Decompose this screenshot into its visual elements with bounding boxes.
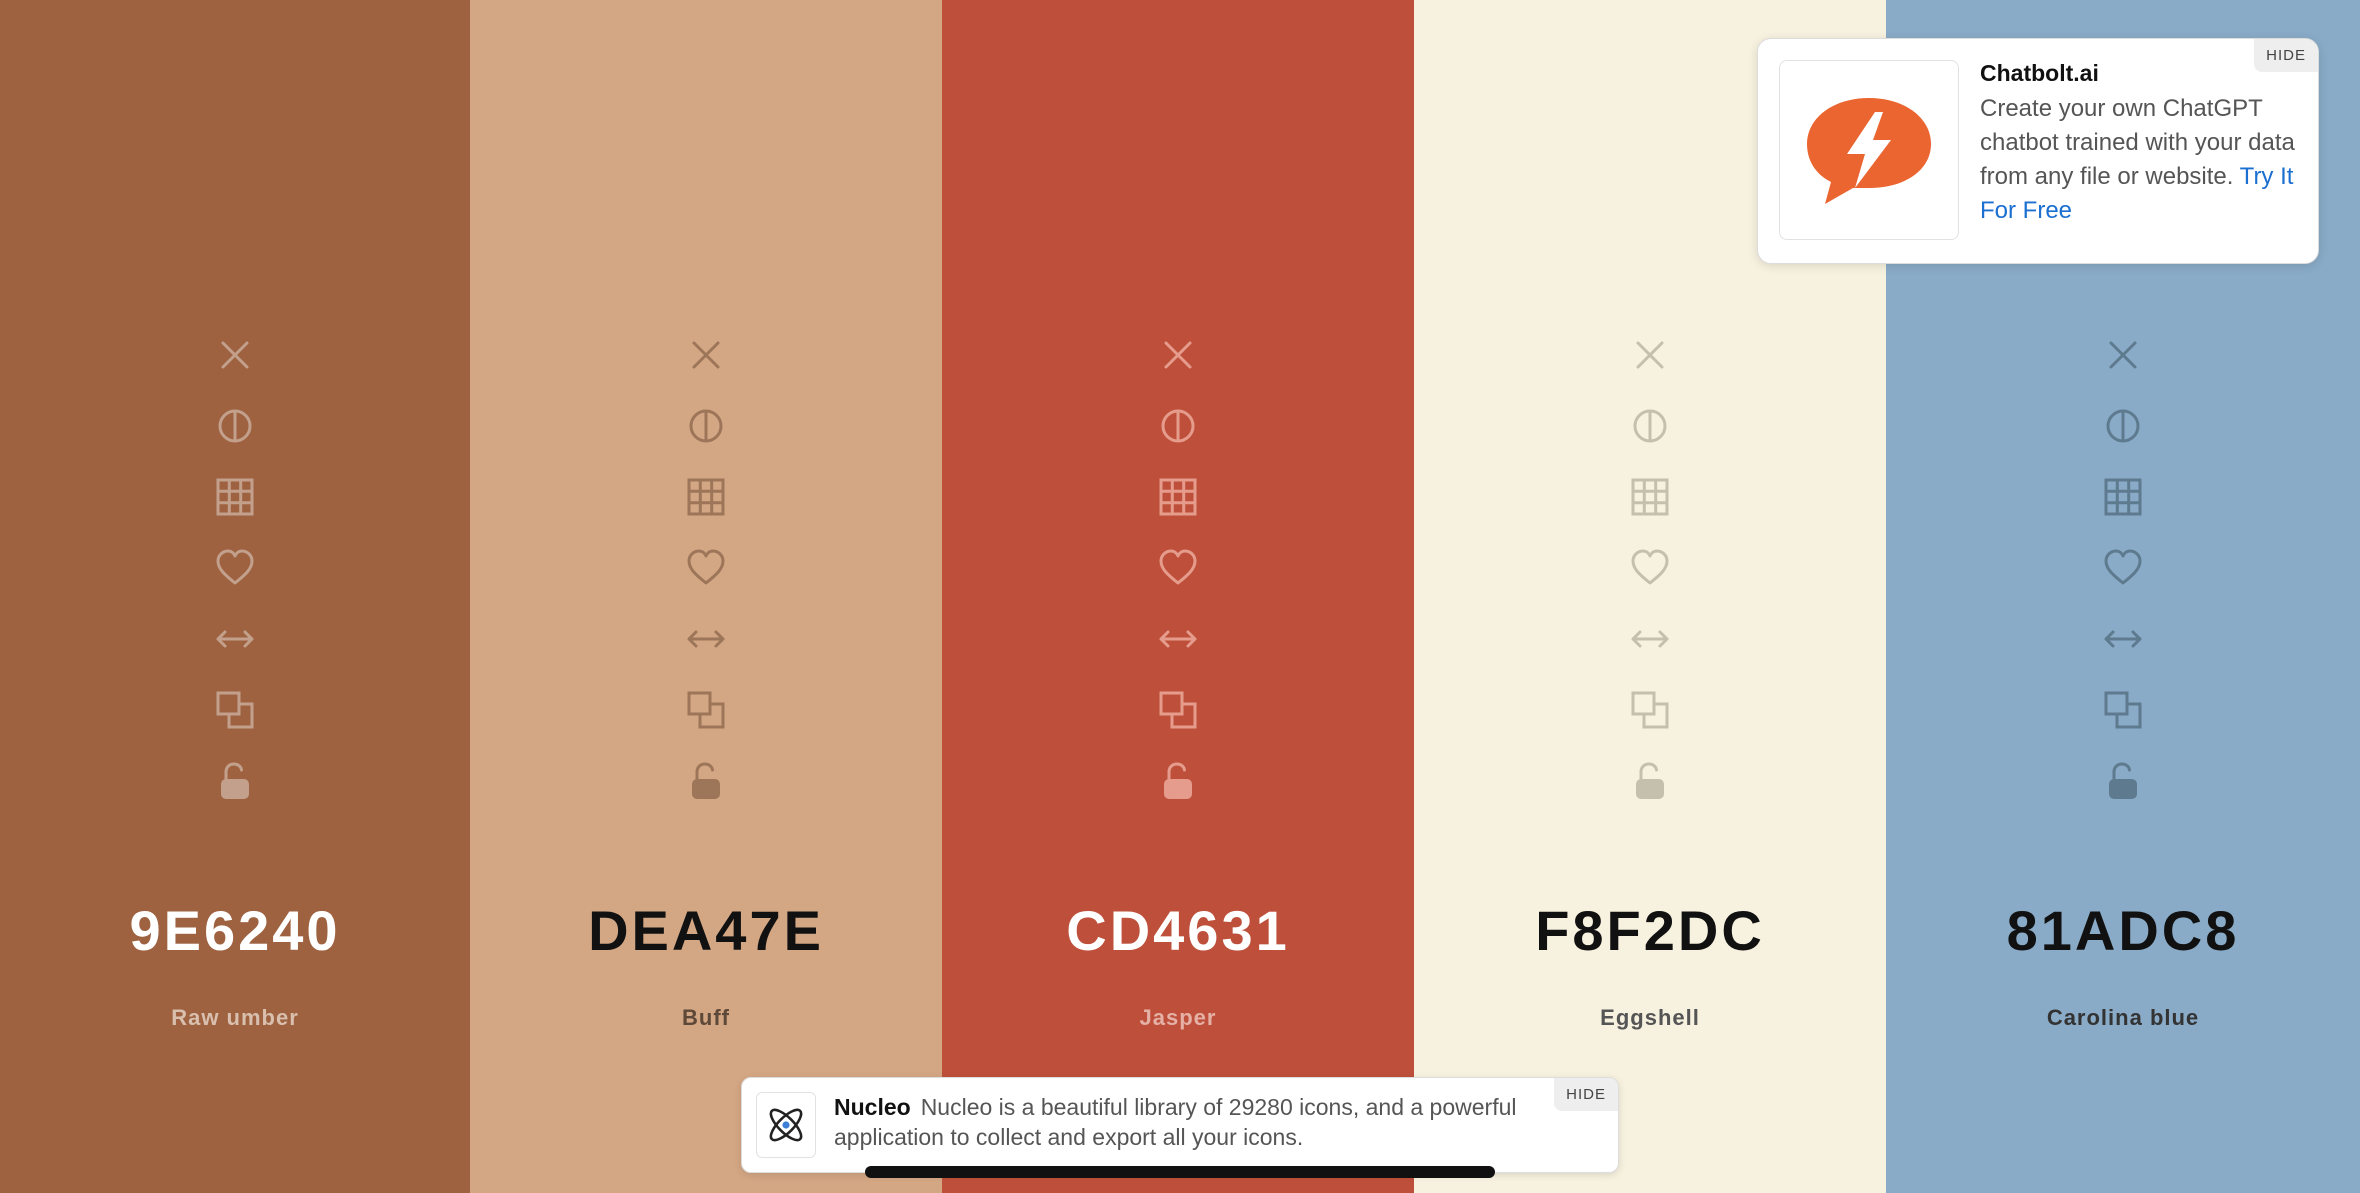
- shades-grid-icon[interactable]: [1628, 475, 1672, 519]
- chatbolt-logo-svg: [1807, 98, 1931, 204]
- hex-code[interactable]: 9E6240: [0, 898, 470, 963]
- hex-code[interactable]: 81ADC8: [1886, 898, 2360, 963]
- swatch-tools: [1414, 333, 1886, 830]
- color-swatch[interactable]: CD4631 Jasper: [942, 0, 1414, 1193]
- shades-grid-icon[interactable]: [684, 475, 728, 519]
- drag-arrows-icon[interactable]: [2101, 617, 2145, 661]
- chatbolt-ad-card[interactable]: Chatbolt.ai Create your own ChatGPT chat…: [1757, 38, 2319, 264]
- chatbolt-logo-icon[interactable]: [1779, 60, 1959, 240]
- remove-icon[interactable]: [1628, 333, 1672, 377]
- copy-icon[interactable]: [1628, 688, 1672, 732]
- remove-icon[interactable]: [684, 333, 728, 377]
- contrast-icon[interactable]: [684, 404, 728, 448]
- copy-icon[interactable]: [2101, 688, 2145, 732]
- lock-icon[interactable]: [684, 759, 728, 803]
- remove-icon[interactable]: [1156, 333, 1200, 377]
- swatch-tools: [470, 333, 942, 830]
- swatch-tools: [1886, 333, 2360, 830]
- ad-body: Create your own ChatGPT chatbot trained …: [1980, 92, 2302, 228]
- copy-icon[interactable]: [213, 688, 257, 732]
- home-indicator: [865, 1166, 1495, 1178]
- contrast-icon[interactable]: [1156, 404, 1200, 448]
- hex-code[interactable]: F8F2DC: [1414, 898, 1886, 963]
- favorite-heart-icon[interactable]: [684, 546, 728, 590]
- color-swatch[interactable]: DEA47E Buff: [470, 0, 942, 1193]
- drag-arrows-icon[interactable]: [1628, 617, 1672, 661]
- hex-code[interactable]: DEA47E: [470, 898, 942, 963]
- favorite-heart-icon[interactable]: [1628, 546, 1672, 590]
- hide-ad-button[interactable]: HIDE: [2254, 39, 2318, 72]
- lock-icon[interactable]: [1156, 759, 1200, 803]
- swatch-tools: [0, 333, 470, 830]
- drag-arrows-icon[interactable]: [684, 617, 728, 661]
- favorite-heart-icon[interactable]: [2101, 546, 2145, 590]
- lock-icon[interactable]: [213, 759, 257, 803]
- shades-grid-icon[interactable]: [1156, 475, 1200, 519]
- color-name[interactable]: Carolina blue: [1886, 1005, 2360, 1031]
- color-name[interactable]: Jasper: [942, 1005, 1414, 1031]
- color-swatch[interactable]: 9E6240 Raw umber: [0, 0, 470, 1193]
- color-name[interactable]: Eggshell: [1414, 1005, 1886, 1031]
- color-name[interactable]: Raw umber: [0, 1005, 470, 1031]
- drag-arrows-icon[interactable]: [1156, 617, 1200, 661]
- nucleo-logo-svg: [769, 1108, 803, 1142]
- remove-icon[interactable]: [213, 333, 257, 377]
- ad-title[interactable]: Chatbolt.ai: [1980, 60, 2099, 87]
- shades-grid-icon[interactable]: [2101, 475, 2145, 519]
- nucleo-ad-card[interactable]: Nucleo Nucleo is a beautiful library of 2…: [741, 1077, 1619, 1173]
- shades-grid-icon[interactable]: [213, 475, 257, 519]
- lock-icon[interactable]: [1628, 759, 1672, 803]
- nucleo-atom-logo-icon[interactable]: [756, 1092, 816, 1158]
- copy-icon[interactable]: [684, 688, 728, 732]
- promo-title[interactable]: Nucleo: [834, 1094, 911, 1120]
- drag-arrows-icon[interactable]: [213, 617, 257, 661]
- contrast-icon[interactable]: [213, 404, 257, 448]
- promo-text: Nucleo Nucleo is a beautiful library of 2…: [834, 1092, 1534, 1152]
- contrast-icon[interactable]: [2101, 404, 2145, 448]
- color-name[interactable]: Buff: [470, 1005, 942, 1031]
- promo-body: Nucleo is a beautiful library of 29280 i…: [834, 1094, 1517, 1150]
- swatch-tools: [942, 333, 1414, 830]
- favorite-heart-icon[interactable]: [213, 546, 257, 590]
- hex-code[interactable]: CD4631: [942, 898, 1414, 963]
- contrast-icon[interactable]: [1628, 404, 1672, 448]
- hide-promo-button[interactable]: HIDE: [1554, 1078, 1618, 1111]
- lock-icon[interactable]: [2101, 759, 2145, 803]
- remove-icon[interactable]: [2101, 333, 2145, 377]
- favorite-heart-icon[interactable]: [1156, 546, 1200, 590]
- copy-icon[interactable]: [1156, 688, 1200, 732]
